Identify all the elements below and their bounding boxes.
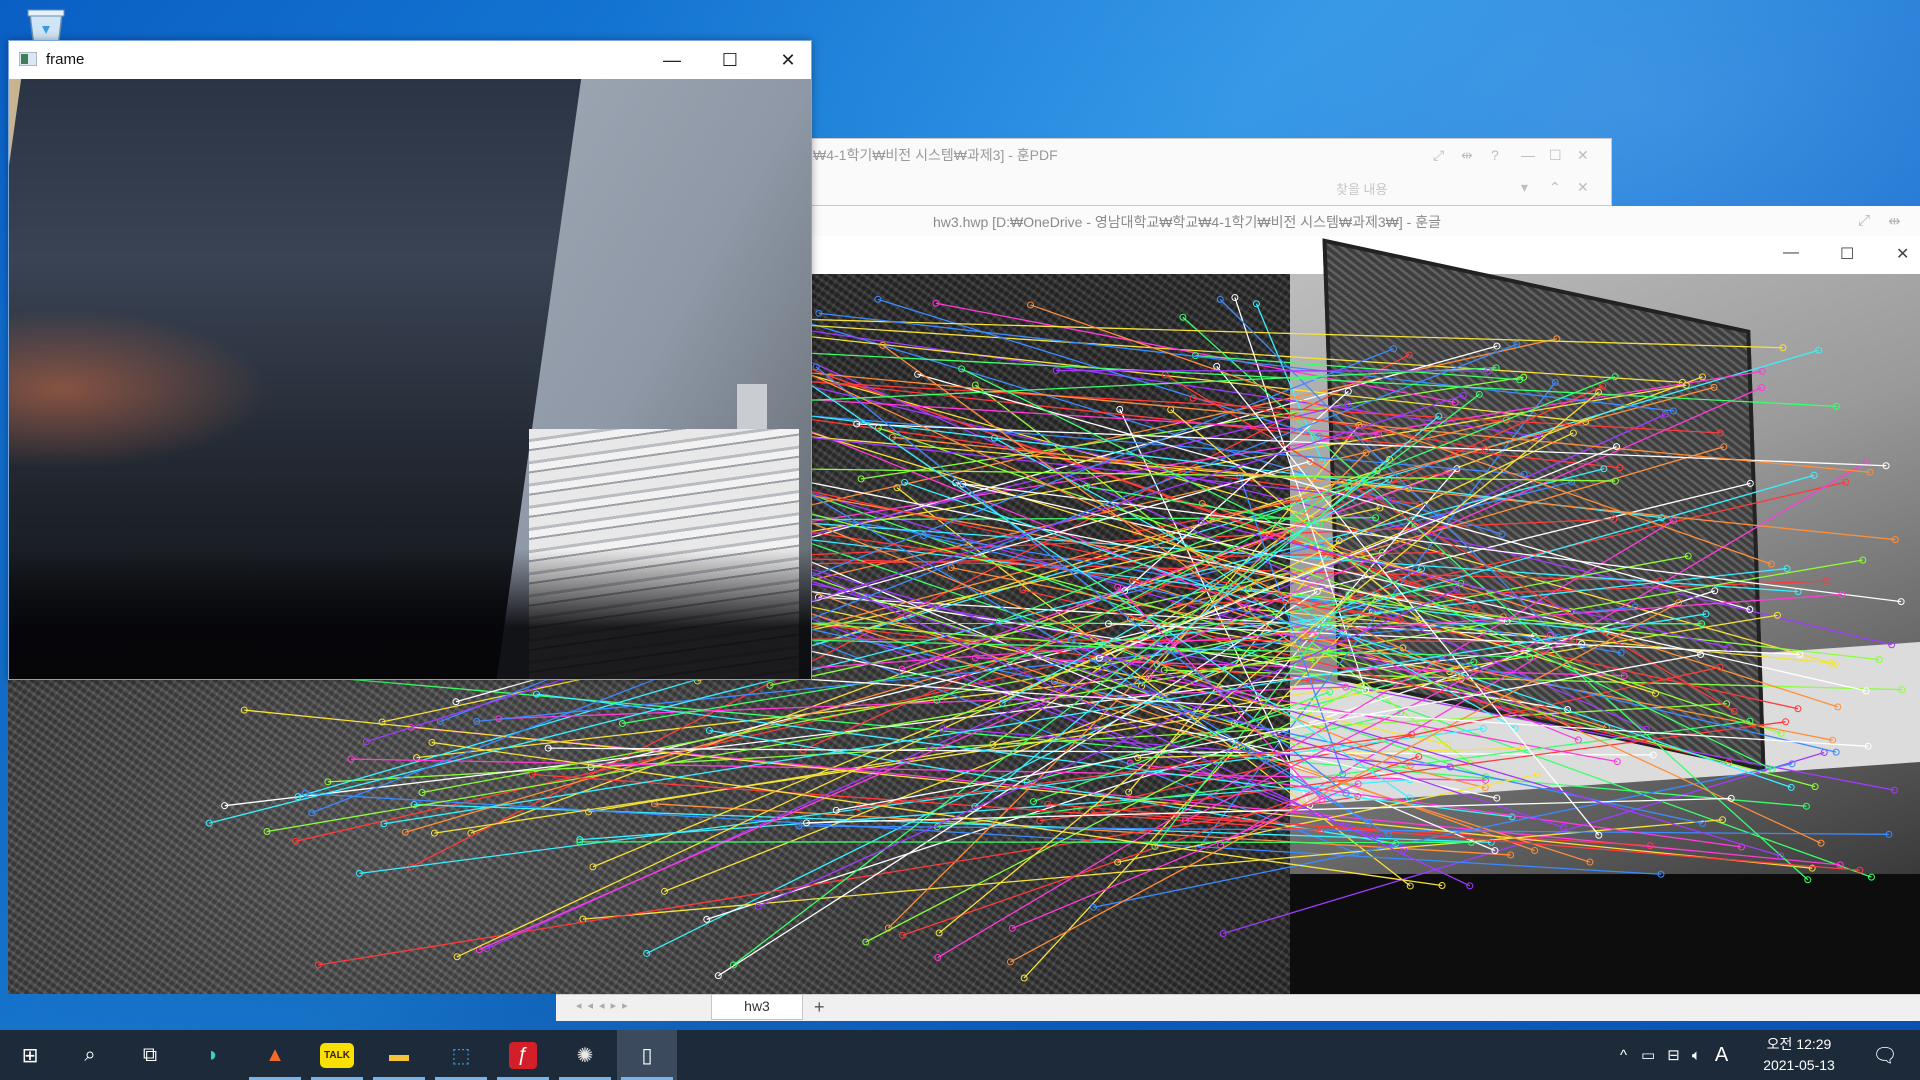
search-close-icon[interactable]: ✕: [1577, 179, 1589, 196]
app-kakaotalk[interactable]: TALK: [307, 1030, 367, 1080]
windows-icon: ⊞: [21, 1044, 39, 1067]
fit-width-icon[interactable]: ⇹: [1461, 147, 1473, 164]
frame-window[interactable]: frame — ☐ ✕: [8, 40, 812, 680]
keypoint-marker: [1213, 362, 1221, 370]
hwp-width-icon[interactable]: ⇹: [1888, 212, 1901, 230]
start-button[interactable]: ⊞: [0, 1030, 60, 1080]
clock-date: 2021-05-13: [1763, 1057, 1835, 1073]
system-tray: ^ ▭ ⊟ 🔈︎ A: [1620, 1030, 1728, 1080]
network-icon[interactable]: ⊟: [1667, 1046, 1680, 1064]
clock-time: 오전 12:29: [1766, 1036, 1832, 1052]
match-line: [923, 534, 1837, 753]
app-hoonpdf[interactable]: ƒ: [493, 1030, 553, 1080]
pdf-window-title: ₩4-1학기₩비전 시스템₩과제3] - 훈PDF: [813, 147, 1058, 163]
pdf-maximize-icon[interactable]: ☐: [1549, 147, 1562, 164]
app-document[interactable]: ▯: [617, 1030, 677, 1080]
search-button[interactable]: ⌕: [60, 1030, 120, 1080]
match-line: [1093, 763, 1793, 908]
keypoint-marker: [1344, 387, 1352, 395]
app-matlab[interactable]: ▲: [245, 1030, 305, 1080]
add-tab-button[interactable]: +: [814, 997, 825, 1018]
hwp-fit-icon[interactable]: ⤢: [1858, 212, 1870, 229]
keypoint-marker: [1569, 429, 1577, 437]
matching-maximize-button[interactable]: ☐: [1840, 244, 1854, 264]
page-nav-icons[interactable]: ◂◂◂▸▸: [576, 999, 634, 1012]
spider-icon: ✺: [576, 1044, 594, 1067]
sunset-glow: [9, 309, 269, 469]
notification-icon: 🗨︎: [1872, 1044, 1898, 1067]
search-icon: ⌕: [84, 1043, 96, 1066]
match-line: [1056, 369, 1489, 372]
frame-minimize-button[interactable]: —: [649, 46, 695, 74]
matching-close-button[interactable]: ✕: [1896, 244, 1909, 264]
keypoint-marker: [1216, 295, 1224, 303]
folder-icon: ▬: [389, 1043, 409, 1066]
webcam-video-feed: [9, 79, 811, 679]
keypoint-marker: [1777, 729, 1785, 737]
match-line: [733, 393, 1480, 966]
taskbar: ⊞ ⌕ ⧉ ◗ ▲ TALK ▬ ⬚ ƒ ✺ ▯ ^ ▭ ⊟ 🔈︎ A 오전 1…: [0, 1030, 1920, 1080]
system-clock[interactable]: 오전 12:29 2021-05-13: [1754, 1034, 1844, 1076]
matching-minimize-button[interactable]: —: [1783, 244, 1799, 262]
pdf-search-input[interactable]: 찾을 내용: [1336, 179, 1387, 198]
hwp-window-titlebar[interactable]: hw3.hwp [D:₩OneDrive - 영남대학교₩학교₩4-1학기₩비전…: [808, 206, 1920, 237]
keypoint-marker: [1758, 384, 1766, 392]
app-hwp-viewer[interactable]: ⬚: [431, 1030, 491, 1080]
hwp-icon: ⬚: [451, 1044, 471, 1067]
opencv-window-icon: [19, 52, 37, 66]
kakaotalk-icon: TALK: [320, 1042, 354, 1068]
match-line: [1047, 803, 1860, 871]
ime-indicator[interactable]: A: [1715, 1044, 1728, 1067]
hwp-tab-strip: ◂◂◂▸▸ hw3 +: [556, 994, 1920, 1021]
whale-icon: ◗: [206, 1043, 220, 1066]
volume-icon[interactable]: 🔈︎: [1692, 1047, 1701, 1064]
desk-shadow: [9, 549, 811, 679]
battery-icon[interactable]: ▭: [1641, 1046, 1655, 1064]
pdf-minimize-icon[interactable]: —: [1521, 147, 1535, 163]
task-view-button[interactable]: ⧉: [120, 1030, 180, 1080]
match-line: [536, 693, 1513, 818]
keypoint-marker: [1231, 294, 1239, 302]
pdf-close-icon[interactable]: ✕: [1577, 147, 1589, 164]
frame-titlebar[interactable]: frame — ☐ ✕: [9, 41, 811, 79]
notification-button[interactable]: 🗨︎: [1855, 1030, 1915, 1080]
search-dropdown-icon[interactable]: ▾: [1521, 179, 1528, 196]
task-view-icon: ⧉: [142, 1043, 158, 1066]
app-file-explorer[interactable]: ▬: [369, 1030, 429, 1080]
hwp-window-title: hw3.hwp [D:₩OneDrive - 영남대학교₩학교₩4-1학기₩비전…: [933, 214, 1441, 230]
document-tab-hw3[interactable]: hw3: [711, 995, 803, 1020]
frame-maximize-button[interactable]: ☐: [707, 46, 753, 74]
document-icon: ▯: [641, 1044, 653, 1067]
frame-close-button[interactable]: ✕: [765, 46, 811, 74]
match-line: [1185, 634, 1551, 822]
search-prev-icon[interactable]: ⌃: [1549, 179, 1561, 196]
pdf-viewer-window[interactable]: ₩4-1학기₩비전 시스템₩과제3] - 훈PDF 찾을 내용 ⤢ ⇹ ? — …: [800, 138, 1612, 206]
pdf-icon: ƒ: [509, 1041, 537, 1069]
help-icon[interactable]: ?: [1491, 147, 1499, 163]
app-whale[interactable]: ◗: [183, 1030, 243, 1080]
keypoint-marker: [1730, 707, 1738, 715]
match-line: [1255, 303, 1323, 462]
frame-window-title: frame: [46, 51, 85, 68]
keypoint-marker: [971, 381, 979, 389]
tray-chevron-icon[interactable]: ^: [1620, 1047, 1627, 1064]
app-settings-web[interactable]: ✺: [555, 1030, 615, 1080]
matlab-icon: ▲: [265, 1043, 285, 1066]
fit-page-icon[interactable]: ⤢: [1433, 147, 1444, 164]
